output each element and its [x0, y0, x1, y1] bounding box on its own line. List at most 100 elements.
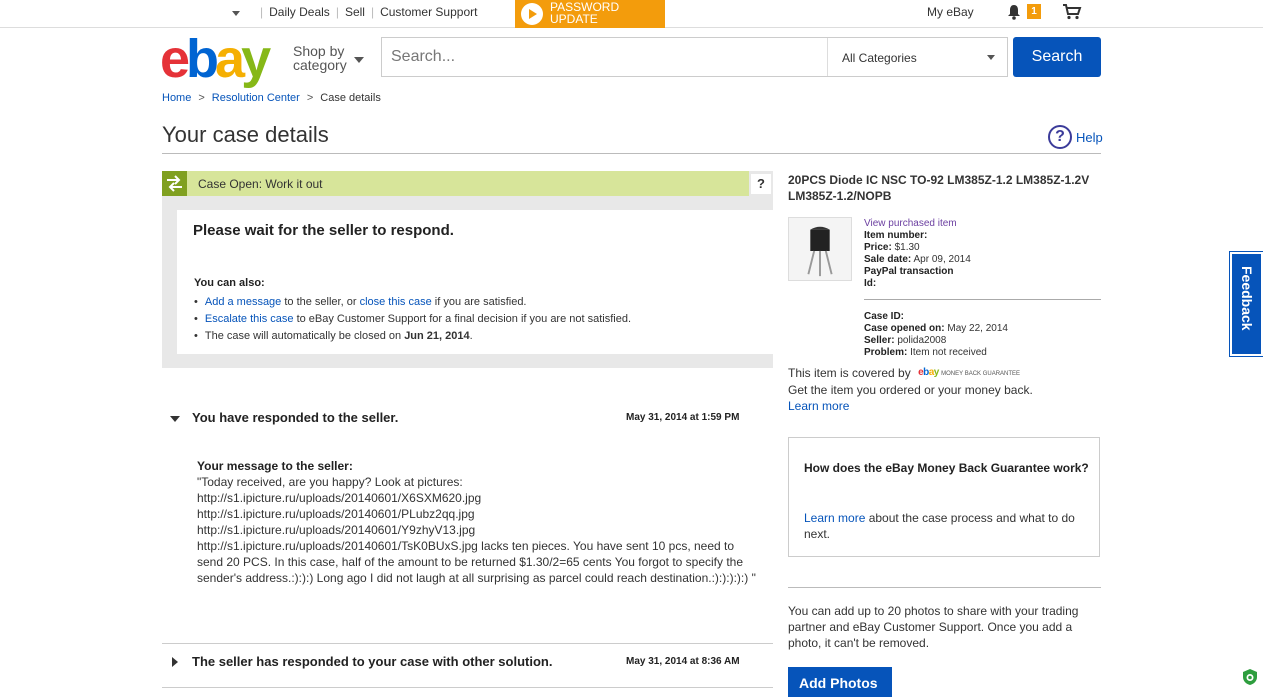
feedback-label: Feedback	[1239, 266, 1255, 331]
separator: |	[335, 5, 339, 19]
separator: |	[260, 5, 264, 19]
case-id-label: Case ID:	[864, 311, 905, 322]
top-links: | Daily Deals | Sell | Customer Support	[254, 5, 477, 19]
mbg-text: Learn more about the case process and wh…	[804, 510, 1089, 542]
my-ebay-link[interactable]: My eBay	[927, 5, 974, 19]
collapse-icon[interactable]	[170, 416, 180, 422]
search-bar: All Categories	[381, 37, 1008, 77]
case-info: Case ID: Case opened on: May 22, 2014 Se…	[864, 311, 1008, 359]
item-title: 20PCS Diode IC NSC TO-92 LM385Z-1.2 LM38…	[788, 173, 1090, 203]
notification-badge[interactable]: 1	[1027, 4, 1041, 19]
case-opened-label: Case opened on:	[864, 323, 945, 334]
add-message-link[interactable]: Add a message	[205, 296, 281, 308]
search-button[interactable]: Search	[1013, 37, 1101, 77]
response-divider	[162, 643, 773, 644]
chevron-down-icon	[987, 55, 995, 60]
coverage-learn-more-link[interactable]: Learn more	[788, 399, 849, 413]
mbg-info-box: How does the eBay Money Back Guarantee w…	[788, 437, 1100, 557]
view-purchased-item-link[interactable]: View purchased item	[864, 218, 957, 229]
response-title[interactable]: The seller has responded to your case wi…	[192, 654, 552, 669]
response-date: May 31, 2014 at 8:36 AM	[626, 656, 740, 667]
close-case-link[interactable]: close this case	[360, 296, 432, 308]
paypal-id-label: Id:	[864, 278, 877, 289]
breadcrumb: Home > Resolution Center > Case details	[162, 92, 381, 104]
shop-by-category-button[interactable]: Shop by category	[293, 44, 347, 72]
help-label: Help	[1076, 129, 1103, 145]
case-status-bar: Case Open: Work it out	[162, 171, 749, 196]
sell-link[interactable]: Sell	[345, 5, 365, 19]
logo-letter: y	[241, 29, 271, 89]
seller-label: Seller:	[864, 335, 895, 346]
item-divider	[864, 299, 1101, 300]
price-value: $1.30	[894, 242, 920, 253]
chevron-down-icon[interactable]	[354, 57, 364, 63]
cart-icon[interactable]	[1062, 4, 1082, 20]
help-link[interactable]: ? Help	[1048, 125, 1103, 149]
close-date: Jun 21, 2014	[404, 330, 470, 342]
list-text: to eBay Customer Support for a final dec…	[293, 313, 632, 325]
separator: |	[370, 5, 375, 19]
coverage-line-1: This item is covered by	[788, 366, 911, 380]
money-back-guarantee-logo: ebay MONEY BACK GUARANTEE	[918, 367, 1021, 379]
list-text: to the seller, or	[281, 296, 360, 308]
password-line-2: UPDATE	[550, 12, 598, 26]
page-title: Your case details	[162, 122, 329, 147]
breadcrumb-separator: >	[198, 92, 205, 104]
ebay-logo[interactable]: ebay	[160, 29, 271, 89]
item-thumbnail[interactable]	[788, 217, 852, 281]
also-label: You can also:	[194, 277, 265, 289]
password-update-banner[interactable]: PASSWORD UPDATE	[515, 0, 665, 28]
help-icon: ?	[1048, 125, 1072, 149]
list-text: .	[469, 330, 473, 342]
photos-divider	[788, 587, 1101, 588]
response-item: You have responded to the seller. May 31…	[162, 408, 773, 638]
chevron-down-icon[interactable]	[232, 11, 240, 16]
list-item: Add a message to the seller, or close th…	[194, 294, 631, 311]
shield-icon[interactable]	[1242, 668, 1258, 686]
wait-card: Please wait for the seller to respond. Y…	[177, 210, 773, 354]
category-value: All Categories	[842, 51, 917, 65]
breadcrumb-home[interactable]: Home	[162, 92, 191, 104]
search-input[interactable]	[382, 38, 827, 76]
case-opened-value: May 22, 2014	[947, 323, 1008, 334]
response-message: Your message to the seller: "Today recei…	[197, 458, 757, 586]
top-bar: | Daily Deals | Sell | Customer Support …	[0, 0, 1263, 28]
list-text: The case will automatically be closed on	[204, 330, 405, 342]
item-details: View purchased item Item number: Price: …	[864, 218, 971, 290]
escalate-case-link[interactable]: Escalate this case	[205, 313, 294, 325]
problem-label: Problem:	[864, 347, 908, 358]
mbg-heading: How does the eBay Money Back Guarantee w…	[804, 461, 1089, 475]
title-divider	[162, 153, 1101, 154]
seller-value: polida2008	[897, 335, 947, 346]
case-status-panel: Case Open: Work it out ? Please wait for…	[162, 171, 773, 368]
expand-icon[interactable]	[172, 657, 178, 667]
bell-icon[interactable]	[1006, 4, 1022, 20]
play-icon	[521, 3, 543, 25]
problem-value: Item not received	[910, 347, 987, 358]
customer-support-link[interactable]: Customer Support	[380, 5, 477, 19]
mbg-text: MONEY BACK GUARANTEE	[941, 371, 1021, 378]
mbg-learn-more-link[interactable]: Learn more	[804, 511, 865, 525]
logo-letter: b	[186, 29, 219, 89]
shop-by-line-1: Shop by	[293, 43, 345, 59]
breadcrumb-resolution-center[interactable]: Resolution Center	[212, 92, 300, 104]
coverage-info: This item is covered by ebay MONEY BACK …	[788, 365, 1101, 414]
add-photos-button[interactable]: Add Photos	[788, 667, 892, 697]
feedback-tab[interactable]: Feedback	[1230, 252, 1263, 356]
item-number-label: Item number:	[864, 230, 928, 241]
response-title[interactable]: You have responded to the seller.	[192, 410, 398, 425]
options-list: Add a message to the seller, or close th…	[194, 294, 631, 345]
list-item: Escalate this case to eBay Customer Supp…	[194, 311, 631, 328]
status-help-button[interactable]: ?	[751, 174, 771, 194]
message-body: "Today received, are you happy? Look at …	[197, 475, 756, 585]
sale-date-label: Sale date:	[864, 254, 912, 265]
coverage-line-2: Get the item you ordered or your money b…	[788, 383, 1033, 398]
response-divider	[162, 687, 773, 688]
case-status-label: Case Open: Work it out	[198, 177, 323, 191]
list-text: if you are satisfied.	[431, 296, 527, 308]
paypal-label: PayPal transaction	[864, 266, 954, 277]
category-select[interactable]: All Categories	[827, 38, 1007, 76]
wait-heading: Please wait for the seller to respond.	[193, 222, 454, 239]
daily-deals-link[interactable]: Daily Deals	[269, 5, 330, 19]
list-item: The case will automatically be closed on…	[194, 328, 631, 345]
